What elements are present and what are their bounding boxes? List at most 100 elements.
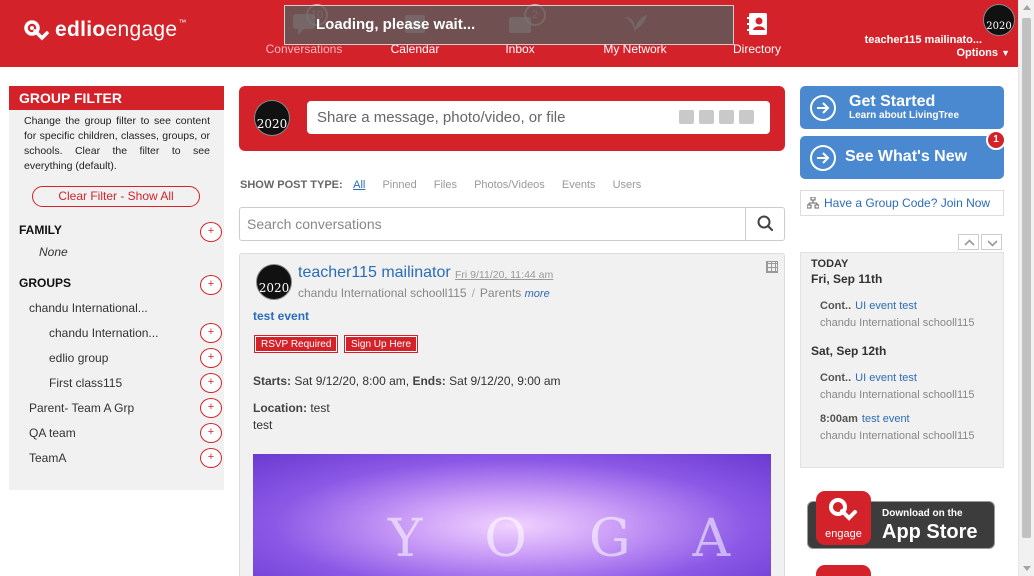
event-name[interactable]: test event <box>862 413 910 425</box>
page-scrollbar[interactable] <box>1018 0 1034 576</box>
post-type-files[interactable]: Files <box>434 179 457 191</box>
group-filter-panel: GROUP FILTER Change the group filter to … <box>9 86 224 490</box>
search-button[interactable] <box>745 207 785 241</box>
event-name[interactable]: UI event test <box>855 372 917 384</box>
post-date[interactable]: Fri 9/11/20, 11:44 am <box>455 269 553 281</box>
share-placeholder: Share a message, photo/video, or file <box>317 109 566 126</box>
ends-value: Sat 9/12/20, 9:00 am <box>449 374 561 388</box>
options-label: Options <box>956 47 999 59</box>
event-school: chandu International schooll115 <box>820 317 975 329</box>
clear-filter-button[interactable]: Clear Filter - Show All <box>32 186 200 207</box>
whats-new-badge: 1 <box>986 130 1006 150</box>
top-navigation-bar: edlioengage™ 10 Conversations Calendar 2… <box>0 0 1018 67</box>
post-type-all[interactable]: All <box>353 179 365 191</box>
document-icon[interactable] <box>739 110 754 124</box>
whats-new-button[interactable]: See What's New <box>800 136 1004 179</box>
event-image[interactable]: YOGA <box>253 454 771 576</box>
search-conversations-input[interactable]: Search conversations <box>239 207 746 241</box>
group-item[interactable]: QA team <box>29 426 76 440</box>
group-item[interactable]: Parent- Team A Grp <box>29 401 134 415</box>
scroll-up-arrow-icon[interactable] <box>1023 5 1031 10</box>
engage-app-icon[interactable]: engage <box>816 491 871 545</box>
post-type-users[interactable]: Users <box>613 179 642 191</box>
group-item[interactable]: TeamA <box>29 451 66 465</box>
group-code-link[interactable]: Have a Group Code? Join Now <box>800 190 1004 216</box>
event-time: 8:00am <box>820 413 858 425</box>
second-app-badge[interactable] <box>816 565 871 576</box>
group-add-button[interactable]: + <box>200 448 222 468</box>
group-add-button[interactable]: + <box>200 423 222 443</box>
group-filter-title: GROUP FILTER <box>9 86 224 110</box>
logo-light-text: engage <box>105 18 178 41</box>
arrow-right-icon <box>810 95 836 121</box>
event-image-text: YOGA <box>388 509 771 569</box>
calendar-event[interactable]: Cont.. UI event test <box>820 300 917 312</box>
event-school: chandu International schooll115 <box>820 430 975 442</box>
group-item[interactable]: chandu International... <box>29 301 148 315</box>
starts-value: Sat 9/12/20, 8:00 am, <box>294 374 410 388</box>
engage-icon-label: engage <box>825 528 862 540</box>
directory-icon <box>747 13 767 35</box>
share-composer: 2020 Share a message, photo/video, or fi… <box>239 86 785 151</box>
group-item[interactable]: chandu Internation... <box>49 326 158 340</box>
whats-new-title: See What's New <box>845 148 968 165</box>
location-label: Location: <box>253 401 307 415</box>
event-time: Cont.. <box>820 300 852 312</box>
upcoming-events-panel: TODAY Fri, Sep 11th Cont.. UI event test … <box>800 252 1004 468</box>
group-add-button[interactable]: + <box>200 323 222 343</box>
post-avatar-text: 2020 <box>258 281 290 295</box>
post-type-pinned[interactable]: Pinned <box>382 179 416 191</box>
rsvp-required-button[interactable]: RSVP Required <box>253 335 339 353</box>
share-input[interactable]: Share a message, photo/video, or file <box>307 101 770 134</box>
get-started-button[interactable]: Get Started Learn about LivingTree <box>800 86 1004 129</box>
scroll-down-arrow-icon[interactable] <box>1023 566 1031 571</box>
edlio-engage-logo[interactable]: edlioengage™ <box>24 18 187 42</box>
event-time: Cont.. <box>820 372 852 384</box>
sign-up-button[interactable]: Sign Up Here <box>343 335 419 353</box>
event-title[interactable]: test event <box>253 309 309 323</box>
video-icon[interactable] <box>699 110 714 124</box>
calendar-grid-icon[interactable] <box>766 261 778 273</box>
file-icon[interactable] <box>719 110 734 124</box>
app-store-small-text: Download on the <box>882 508 963 519</box>
post-author-name[interactable]: teacher115 mailinator <box>298 264 451 282</box>
calendar-down-button[interactable] <box>981 234 1002 250</box>
group-item[interactable]: First class115 <box>49 376 122 390</box>
options-menu[interactable]: Options ▼ <box>956 47 1010 59</box>
calendar-event[interactable]: Cont.. UI event test <box>820 372 917 384</box>
arrow-right-icon <box>810 145 836 171</box>
post-type-photos-videos[interactable]: Photos/Videos <box>474 179 545 191</box>
calendar-up-button[interactable] <box>958 234 979 250</box>
post-card: 2020 teacher115 mailinator Fri 9/11/20, … <box>239 253 785 576</box>
app-store-big-text: App Store <box>882 521 978 543</box>
group-add-button[interactable]: + <box>200 373 222 393</box>
calendar-nav <box>958 234 1002 250</box>
calendar-event[interactable]: 8:00am test event <box>820 413 910 425</box>
add-group-button[interactable]: + <box>200 275 222 295</box>
get-started-title: Get Started <box>849 93 936 110</box>
group-add-button[interactable]: + <box>200 398 222 418</box>
chevron-up-icon <box>964 239 975 246</box>
user-avatar[interactable]: 2020 <box>983 4 1015 36</box>
group-item[interactable]: edlio group <box>49 351 108 365</box>
group-filter-description: Change the group filter to see content f… <box>24 115 210 172</box>
event-name[interactable]: UI event test <box>855 300 917 312</box>
group-add-button[interactable]: + <box>200 348 222 368</box>
family-heading: FAMILY <box>19 223 62 237</box>
options-chevron-icon: ▼ <box>1001 48 1010 58</box>
post-audience: chandu International schooll115/Parents … <box>298 286 550 300</box>
event-school: chandu International schooll115 <box>820 389 975 401</box>
more-link[interactable]: more <box>525 288 550 300</box>
ends-label: Ends: <box>412 374 446 388</box>
post-type-events[interactable]: Events <box>562 179 596 191</box>
scroll-thumb[interactable] <box>1022 18 1031 538</box>
add-family-button[interactable]: + <box>200 222 222 242</box>
post-author-avatar[interactable]: 2020 <box>256 264 292 300</box>
calendar-day-heading: Fri, Sep 11th <box>811 272 883 286</box>
post-type-filter: SHOW POST TYPE: All Pinned Files Photos/… <box>240 179 655 191</box>
user-name[interactable]: teacher115 mailinato... <box>865 34 982 46</box>
camera-icon[interactable] <box>679 110 694 124</box>
user-avatar-text: 2020 <box>986 21 1012 32</box>
audience-separator: / <box>471 286 475 300</box>
event-times: Starts: Sat 9/12/20, 8:00 am, Ends: Sat … <box>253 374 561 388</box>
